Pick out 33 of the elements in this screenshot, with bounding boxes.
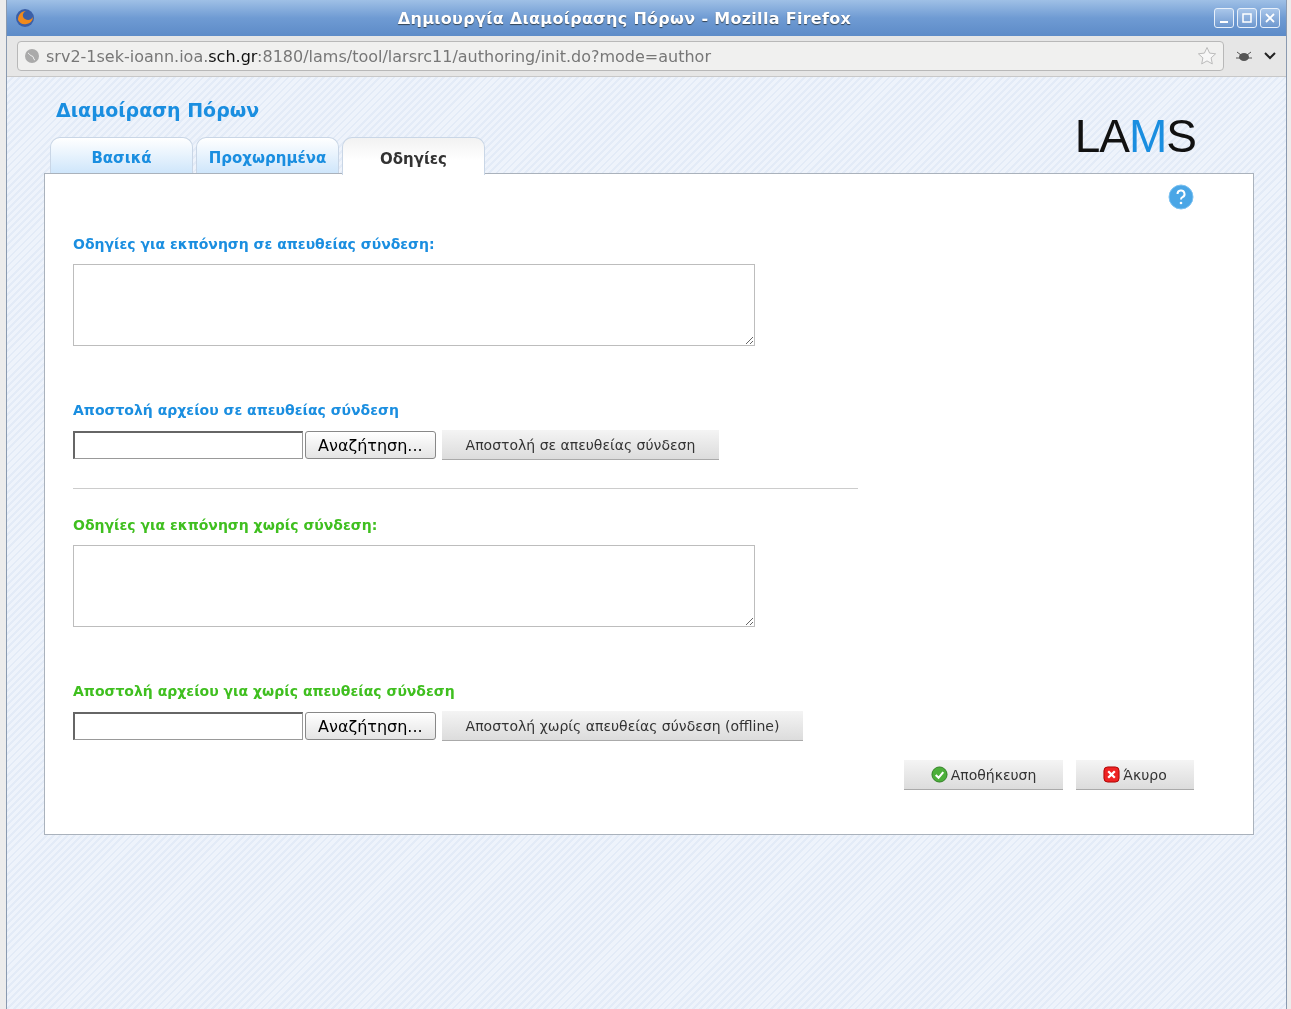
star-icon[interactable] [1197,46,1217,66]
upload-label: Αποστολή αρχείου για χωρίς απευθείας σύνδεση [73,683,456,699]
lams-logo: LAMS [1074,113,1196,159]
url-text: srv2-1sek-ioann.ioa.sch.gr:8180/lams/tool/larsrc11/authoring/init.do?mode=author [46,46,712,66]
instructions-field[interactable] [73,264,755,346]
minimize-button[interactable] [1214,8,1234,28]
window-title: Δημιουργία Διαμοίρασης Πόρων - Mozilla Firefox [396,8,853,28]
globe-icon [24,48,40,64]
upload-label: Αποστολή αρχείου σε απευθείας σύνδεση [73,402,400,418]
save-button[interactable]: Αποθήκευση [904,760,1063,790]
upload-button[interactable]: Αποστολή χωρίς απευθείας σύνδεση (offline) [441,711,804,741]
close-button[interactable] [1260,8,1280,28]
browser-logo-icon [15,8,35,28]
check-icon [930,766,948,783]
instructions-label: Οδηγίες για εκπόνηση σε απευθείας σύνδεση: [73,236,436,252]
cancel-button[interactable]: Άκυρο [1076,760,1194,790]
page-heading: Διαμοίραση Πόρων [56,99,261,121]
chevron-down-icon[interactable] [1264,52,1276,60]
close-icon [1264,12,1276,24]
file-path-field[interactable] [73,431,303,459]
instructions-field[interactable] [73,545,755,627]
address-bar[interactable]: srv2-1sek-ioann.ioa.sch.gr:8180/lams/tool/larsrc11/authoring/init.do?mode=author [17,41,1224,71]
close-icon [1103,766,1121,783]
file-path-field[interactable] [73,712,303,740]
browse-button[interactable]: Αναζήτηση... [305,431,436,459]
minimize-icon [1220,21,1228,23]
maximize-icon [1241,12,1253,24]
browse-button[interactable]: Αναζήτηση... [305,712,436,740]
help-icon[interactable] [1168,184,1194,210]
tab[interactable]: Οδηγίες [342,137,485,175]
instructions-label: Οδηγίες για εκπόνηση χωρίς σύνδεση: [73,517,379,533]
maximize-button[interactable] [1237,8,1257,28]
upload-button[interactable]: Αποστολή σε απευθείας σύνδεση [441,430,720,460]
